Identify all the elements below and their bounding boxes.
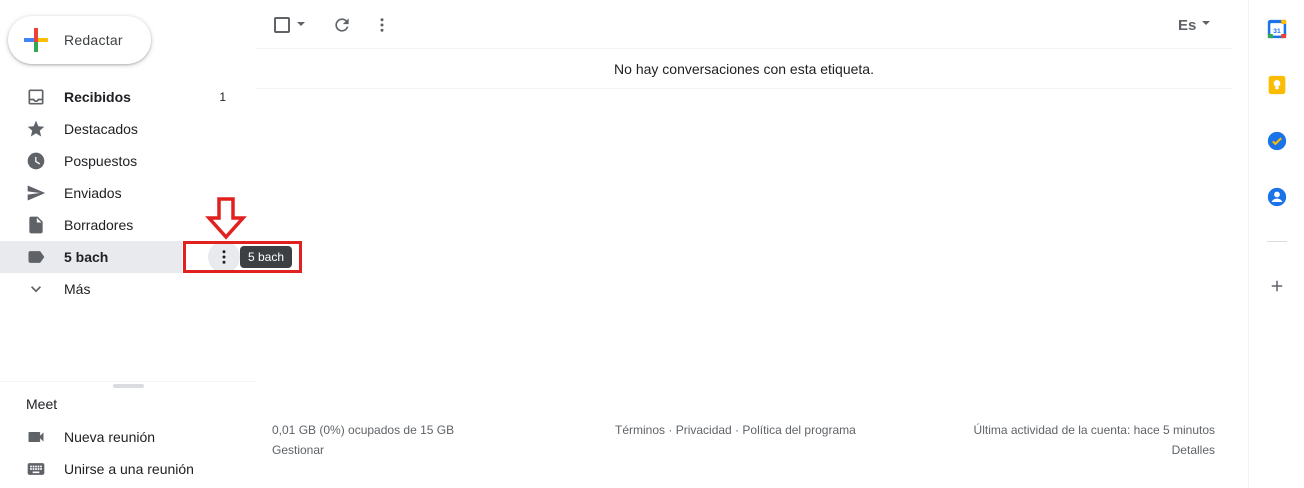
footer-links: Términos · Privacidad · Política del pro… bbox=[615, 423, 856, 437]
refresh-button[interactable] bbox=[330, 13, 354, 37]
sidebar-item-label: Más bbox=[64, 281, 91, 297]
sidebar-item-label: Recibidos bbox=[64, 89, 131, 105]
manage-storage-link[interactable]: Gestionar bbox=[272, 443, 324, 457]
meet-join-meeting[interactable]: Unirse a una reunión bbox=[0, 453, 256, 485]
resize-handle[interactable] bbox=[113, 384, 144, 388]
sidebar-divider bbox=[0, 381, 256, 382]
compose-label: Redactar bbox=[64, 32, 123, 48]
meet-section-title: Meet bbox=[26, 396, 58, 412]
sidebar-item-label: Enviados bbox=[64, 185, 122, 201]
meet-new-meeting[interactable]: Nueva reunión bbox=[0, 421, 256, 453]
tasks-app-button[interactable] bbox=[1265, 129, 1289, 153]
side-panel: 31 bbox=[1248, 0, 1304, 488]
annotation-down-arrow-icon bbox=[205, 197, 247, 240]
sidebar-item-5-bach[interactable]: 5 bach bbox=[0, 241, 182, 273]
compose-plus-icon bbox=[24, 28, 48, 52]
activity-details-link[interactable]: Detalles bbox=[1172, 443, 1215, 457]
sidebar-item-label: 5 bach bbox=[64, 249, 109, 265]
footer-separator: · bbox=[665, 423, 676, 437]
contacts-app-button[interactable] bbox=[1265, 185, 1289, 209]
calendar-day: 31 bbox=[1273, 28, 1281, 35]
compose-button[interactable]: Redactar bbox=[8, 16, 151, 64]
sidebar-item-label: Destacados bbox=[64, 121, 138, 137]
keep-app-button[interactable] bbox=[1265, 73, 1289, 97]
select-all-checkbox[interactable] bbox=[274, 17, 290, 33]
input-language-button[interactable]: Es bbox=[1178, 17, 1196, 34]
sidebar-item-label: Pospuestos bbox=[64, 153, 138, 169]
inbox-icon bbox=[26, 87, 46, 107]
footer-separator: · bbox=[731, 423, 743, 437]
draft-icon bbox=[26, 215, 46, 235]
calendar-app-button[interactable]: 31 bbox=[1265, 17, 1289, 41]
meet-item-label: Unirse a una reunión bbox=[64, 461, 194, 477]
empty-list-message: No hay conversaciones con esta etiqueta. bbox=[614, 61, 874, 77]
last-account-activity: Última actividad de la cuenta: hace 5 mi… bbox=[973, 423, 1215, 437]
language-caret-icon[interactable] bbox=[1202, 21, 1210, 25]
label-icon bbox=[26, 247, 46, 267]
sidebar-item-inbox[interactable]: Recibidos 1 bbox=[0, 81, 256, 113]
clock-icon bbox=[26, 151, 46, 171]
calendar-icon: 31 bbox=[1267, 19, 1287, 39]
sidebar-item-label: Borradores bbox=[64, 217, 134, 233]
sidebar-item-more[interactable]: Más bbox=[0, 273, 256, 305]
terms-link[interactable]: Términos bbox=[615, 423, 665, 437]
more-vert-icon bbox=[380, 18, 384, 32]
sidebar-item-snoozed[interactable]: Pospuestos bbox=[0, 145, 256, 177]
plus-icon bbox=[1271, 280, 1283, 292]
refresh-icon bbox=[335, 18, 349, 32]
annotation-highlight-box bbox=[183, 241, 302, 273]
send-icon bbox=[26, 183, 46, 203]
tasks-icon bbox=[1267, 131, 1287, 151]
keep-icon bbox=[1268, 75, 1286, 95]
sidebar-item-starred[interactable]: Destacados bbox=[0, 113, 256, 145]
contacts-icon bbox=[1267, 187, 1287, 207]
get-addons-button[interactable] bbox=[1265, 274, 1289, 298]
more-actions-button[interactable] bbox=[370, 13, 394, 37]
privacy-link[interactable]: Privacidad bbox=[676, 423, 732, 437]
meet-item-label: Nueva reunión bbox=[64, 429, 156, 445]
message-divider bbox=[256, 88, 1232, 89]
video-icon bbox=[26, 427, 46, 447]
select-dropdown-caret-icon[interactable] bbox=[297, 22, 305, 26]
unread-count: 1 bbox=[219, 90, 226, 104]
toolbar-divider bbox=[256, 48, 1232, 49]
program-policy-link[interactable]: Política del programa bbox=[742, 423, 855, 437]
star-icon bbox=[26, 119, 46, 139]
storage-usage: 0,01 GB (0%) ocupados de 15 GB bbox=[272, 423, 455, 437]
chevron-down-icon bbox=[26, 279, 46, 299]
keyboard-icon bbox=[26, 459, 46, 479]
side-panel-divider bbox=[1267, 241, 1287, 242]
